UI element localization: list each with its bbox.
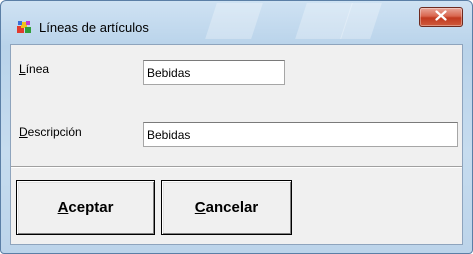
descripcion-input[interactable]	[143, 122, 458, 147]
accept-button[interactable]: Aceptar	[16, 180, 155, 235]
dialog-window: Líneas de artículos Línea Descripción Ac…	[0, 0, 473, 254]
linea-input[interactable]	[143, 60, 285, 85]
descripcion-label: Descripción	[19, 125, 82, 139]
cancel-button[interactable]: Cancelar	[161, 180, 292, 235]
window-title: Líneas de artículos	[39, 20, 149, 35]
close-icon	[435, 8, 447, 26]
dialog-client-area: Línea Descripción Aceptar Cancelar	[10, 44, 463, 245]
linea-label: Línea	[19, 62, 50, 76]
separator	[11, 166, 462, 168]
close-button[interactable]	[419, 7, 463, 27]
title-bar[interactable]: Líneas de artículos	[1, 1, 472, 39]
colorful-blocks-icon	[16, 19, 32, 35]
